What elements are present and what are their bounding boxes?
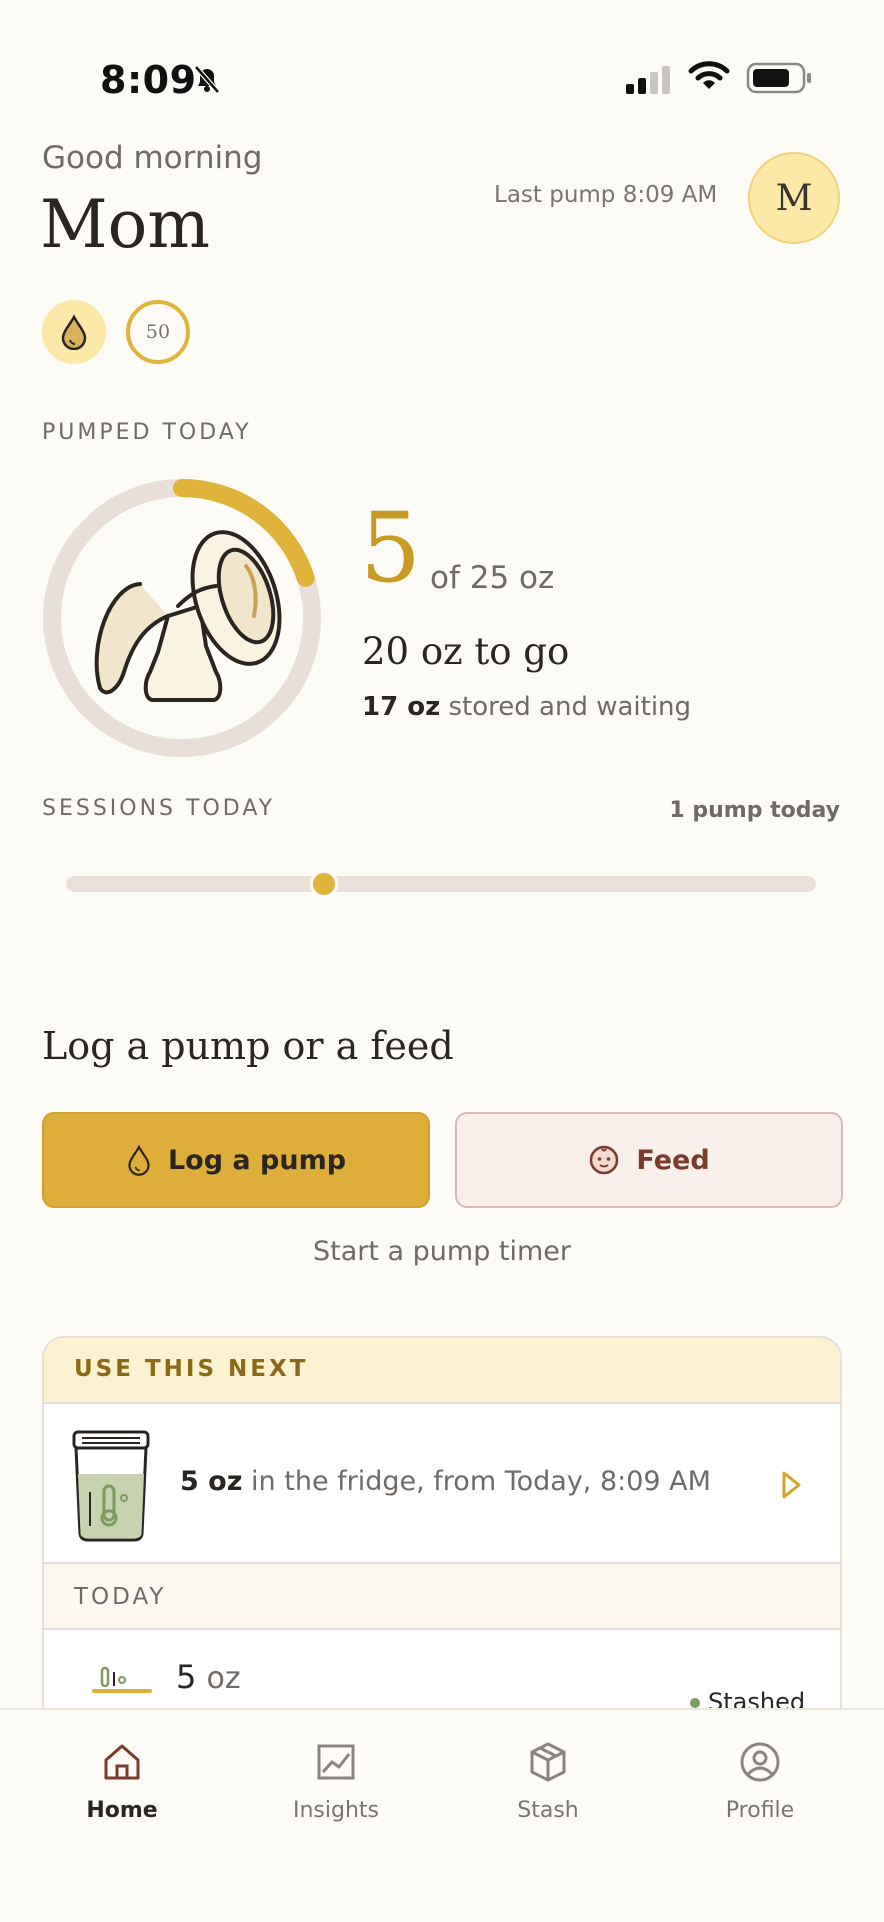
count-badge[interactable]: 50: [126, 300, 190, 364]
use-next-label: USE THIS NEXT: [74, 1356, 309, 1382]
bottom-nav: Home Insights Stash Profile: [0, 1708, 884, 1922]
nav-home[interactable]: Home: [42, 1740, 202, 1823]
cell-signal-icon: [626, 66, 670, 94]
chevron-right-icon[interactable]: [780, 1470, 802, 1500]
user-name: Mom: [40, 186, 210, 263]
session-marker[interactable]: [310, 870, 338, 898]
feed-label: Feed: [636, 1144, 710, 1176]
nav-insights-label: Insights: [292, 1798, 379, 1823]
stored-amount: 17 oz: [362, 692, 441, 722]
last-pump-time: Last pump 8:09 AM: [494, 182, 718, 208]
nav-stash-label: Stash: [517, 1798, 579, 1823]
status-dot: [690, 1698, 700, 1708]
nav-home-label: Home: [86, 1798, 158, 1823]
nav-profile[interactable]: Profile: [680, 1740, 840, 1823]
today-header: TODAY: [44, 1564, 840, 1630]
log-pump-label: Log a pump: [167, 1144, 347, 1176]
entry-unit: oz: [206, 1661, 241, 1696]
use-next-header: USE THIS NEXT: [44, 1338, 840, 1404]
insights-icon: [317, 1744, 355, 1780]
use-next-summary: 5 oz in the fridge, from Today, 8:09 AM: [180, 1466, 711, 1497]
nav-insights[interactable]: Insights: [256, 1740, 416, 1823]
session-timeline-track: [66, 876, 816, 892]
streak-badge[interactable]: [42, 300, 106, 364]
bell-muted-icon: [194, 65, 220, 94]
use-next-amount: 5 oz: [180, 1466, 243, 1497]
pump-progress-ring: [43, 479, 321, 757]
session-count: 1 pump today: [669, 798, 840, 823]
baby-face-icon: [590, 1145, 619, 1175]
goal-text: of 25 oz: [430, 560, 555, 596]
use-next-detail: in the fridge, from Today, 8:09 AM: [251, 1466, 711, 1497]
entry-amount: 5: [176, 1658, 197, 1696]
breast-pump-icon: [94, 530, 282, 702]
status-time: 8:09: [100, 58, 197, 102]
use-next-row[interactable]: 5 oz in the fridge, from Today, 8:09 AM: [44, 1404, 840, 1564]
wifi-icon: [688, 61, 730, 89]
log-pump-button[interactable]: Log a pump: [42, 1112, 430, 1208]
home-icon: [104, 1744, 140, 1780]
count-badge-value: 50: [145, 321, 171, 343]
stored-label: stored and waiting: [448, 692, 692, 722]
bottle-thermo-icon: [92, 1666, 152, 1693]
milk-bag-icon: [72, 1430, 150, 1542]
today-label: TODAY: [74, 1584, 167, 1610]
greeting-text: Good morning: [42, 140, 263, 176]
pumped-today-label: PUMPED TODAY: [42, 420, 252, 445]
milk-drop-icon: [61, 314, 87, 350]
nav-stash[interactable]: Stash: [468, 1740, 628, 1823]
stash-icon: [530, 1742, 566, 1782]
start-timer-link[interactable]: Start a pump timer: [0, 1236, 884, 1267]
milk-drop-icon: [128, 1144, 150, 1176]
battery-icon: [746, 62, 811, 94]
stored-summary: 17 oz stored and waiting: [362, 692, 691, 722]
log-section-title: Log a pump or a feed: [42, 1024, 454, 1068]
avatar-initial: M: [775, 177, 813, 219]
feed-button[interactable]: Feed: [455, 1112, 843, 1208]
profile-icon: [740, 1742, 780, 1782]
entry-amount-wrap: 5 oz: [176, 1658, 241, 1696]
use-next-card: USE THIS NEXT 5 oz in the fridge, from T…: [42, 1336, 842, 1736]
pumped-amount: 5: [360, 492, 422, 604]
sessions-today-label: SESSIONS TODAY: [42, 796, 276, 821]
remaining-text: 20 oz to go: [362, 630, 570, 673]
nav-profile-label: Profile: [725, 1798, 795, 1823]
avatar[interactable]: M: [748, 152, 840, 244]
